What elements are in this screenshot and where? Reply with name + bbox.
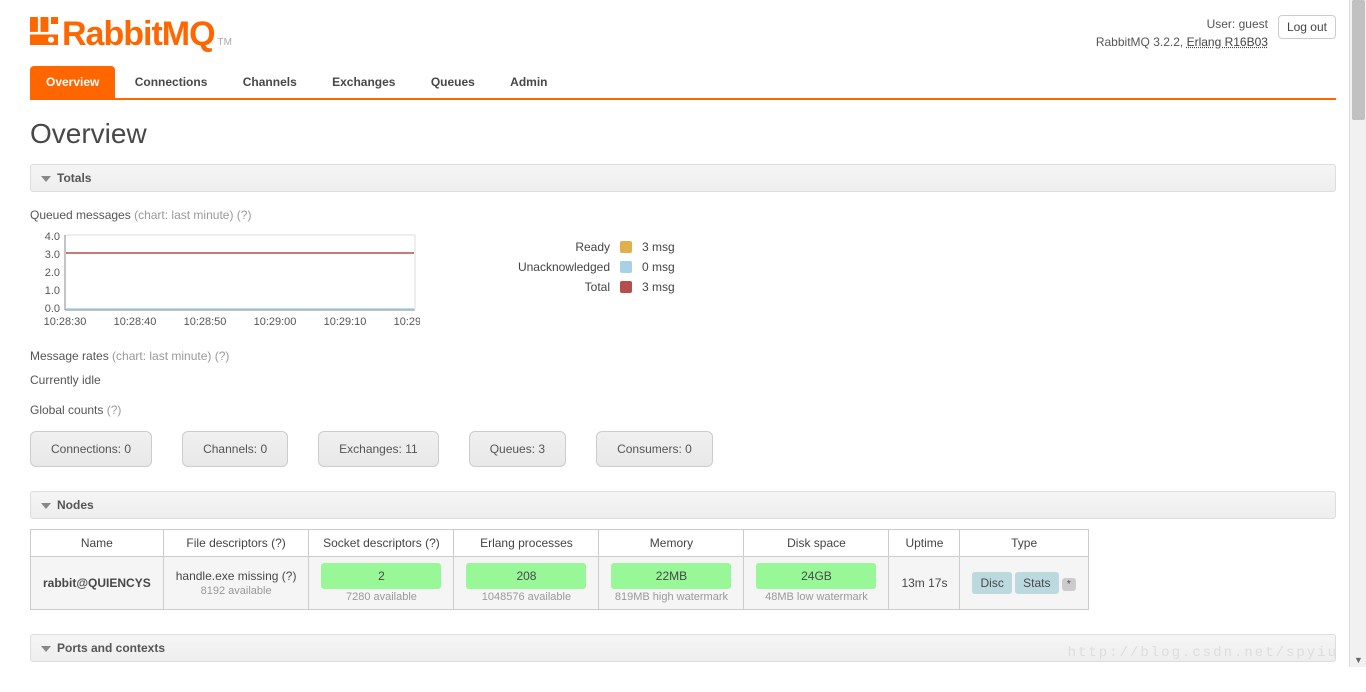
count-connections[interactable]: Connections: 0 — [30, 431, 152, 467]
logout-button[interactable]: Log out — [1278, 15, 1336, 39]
count-channels[interactable]: Channels: 0 — [182, 431, 288, 467]
legend-label-ready: Ready — [480, 240, 610, 254]
message-rates-idle: Currently idle — [30, 373, 1336, 387]
node-type: Disc Stats * — [960, 557, 1088, 610]
version-line: RabbitMQ 3.2.2, Erlang R16B03 — [1096, 33, 1268, 51]
th-uptime: Uptime — [889, 530, 960, 557]
section-nodes[interactable]: Nodes — [30, 491, 1336, 519]
count-queues[interactable]: Queues: 3 — [469, 431, 566, 467]
type-extra-badge[interactable]: * — [1062, 578, 1076, 591]
legend-label-unack: Unacknowledged — [480, 260, 610, 274]
node-ep: 208 1048576 available — [454, 557, 599, 610]
table-row: rabbit@QUIENCYS handle.exe missing (?) 8… — [31, 557, 1089, 610]
message-rates-heading: Message rates (chart: last minute) (?) — [30, 349, 1336, 363]
scrollbar[interactable]: ▲ ▼ — [1349, 0, 1366, 667]
queued-chart: 4.0 3.0 2.0 1.0 0.0 10:28:30 10:28:40 10… — [30, 230, 420, 333]
section-ports[interactable]: Ports and contexts — [30, 634, 1336, 662]
logo: RabbitMQ TM — [30, 15, 232, 54]
type-disc-badge[interactable]: Disc — [972, 572, 1011, 594]
svg-text:3.0: 3.0 — [45, 249, 60, 261]
svg-text:10:29:00: 10:29:00 — [254, 316, 297, 328]
node-mem: 22MB 819MB high watermark — [599, 557, 744, 610]
count-exchanges[interactable]: Exchanges: 11 — [318, 431, 439, 467]
th-type: Type — [960, 530, 1088, 557]
tab-connections[interactable]: Connections — [119, 66, 224, 98]
th-fd: File descriptors (?) — [163, 530, 309, 557]
section-totals[interactable]: Totals — [30, 164, 1336, 192]
th-name: Name — [31, 530, 164, 557]
legend-value-total: 3 msg — [642, 280, 692, 294]
legend-swatch-total — [620, 281, 632, 293]
svg-text:10:29:10: 10:29:10 — [324, 316, 367, 328]
count-consumers[interactable]: Consumers: 0 — [596, 431, 713, 467]
rabbitmq-logo-icon — [30, 17, 58, 45]
tab-overview[interactable]: Overview — [30, 66, 115, 98]
legend-label-total: Total — [480, 280, 610, 294]
scroll-down-icon[interactable]: ▼ — [1354, 655, 1363, 664]
svg-text:4.0: 4.0 — [45, 231, 60, 243]
svg-text:1.0: 1.0 — [45, 285, 60, 297]
tab-exchanges[interactable]: Exchanges — [316, 66, 411, 98]
node-name[interactable]: rabbit@QUIENCYS — [31, 557, 164, 610]
chevron-down-icon — [41, 503, 51, 509]
logo-text: RabbitMQ — [62, 15, 215, 54]
legend-value-unack: 0 msg — [642, 260, 692, 274]
chart-svg: 4.0 3.0 2.0 1.0 0.0 10:28:30 10:28:40 10… — [30, 230, 420, 330]
erlang-link[interactable]: Erlang R16B03 — [1187, 35, 1268, 49]
chevron-down-icon — [41, 176, 51, 182]
help-icon[interactable]: (?) — [107, 403, 122, 417]
user-line: User: guest — [1096, 15, 1268, 33]
th-mem: Memory — [599, 530, 744, 557]
type-stats-badge[interactable]: Stats — [1015, 572, 1058, 594]
svg-text:10:28:40: 10:28:40 — [114, 316, 157, 328]
logo-tm: TM — [218, 37, 232, 48]
tab-channels[interactable]: Channels — [227, 66, 313, 98]
legend-value-ready: 3 msg — [642, 240, 692, 254]
legend-swatch-unack — [620, 261, 632, 273]
th-ep: Erlang processes — [454, 530, 599, 557]
help-icon[interactable]: (?) — [215, 349, 230, 363]
chart-legend: Ready 3 msg Unacknowledged 0 msg Total 3… — [480, 234, 692, 300]
chevron-down-icon — [41, 646, 51, 652]
node-sd: 2 7280 available — [309, 557, 454, 610]
legend-swatch-ready — [620, 241, 632, 253]
queued-messages-heading: Queued messages (chart: last minute) (?) — [30, 208, 1336, 222]
nodes-table: Name File descriptors (?) Socket descrip… — [30, 529, 1089, 610]
tab-admin[interactable]: Admin — [494, 66, 563, 98]
help-icon[interactable]: (?) — [237, 208, 252, 222]
page-title: Overview — [30, 118, 1336, 150]
th-sd: Socket descriptors (?) — [309, 530, 454, 557]
svg-text:10:29:20: 10:29:20 — [394, 316, 420, 328]
global-counts-heading: Global counts (?) — [30, 403, 1336, 417]
main-tabs: Overview Connections Channels Exchanges … — [30, 66, 1336, 100]
node-uptime: 13m 17s — [889, 557, 960, 610]
th-disk: Disk space — [744, 530, 889, 557]
tab-queues[interactable]: Queues — [415, 66, 491, 98]
node-disk: 24GB 48MB low watermark — [744, 557, 889, 610]
node-fd: handle.exe missing (?) 8192 available — [163, 557, 309, 610]
svg-text:2.0: 2.0 — [45, 267, 60, 279]
svg-text:10:28:30: 10:28:30 — [44, 316, 87, 328]
svg-text:10:28:50: 10:28:50 — [184, 316, 227, 328]
svg-text:0.0: 0.0 — [45, 303, 60, 315]
scrollbar-thumb[interactable] — [1352, 0, 1365, 120]
